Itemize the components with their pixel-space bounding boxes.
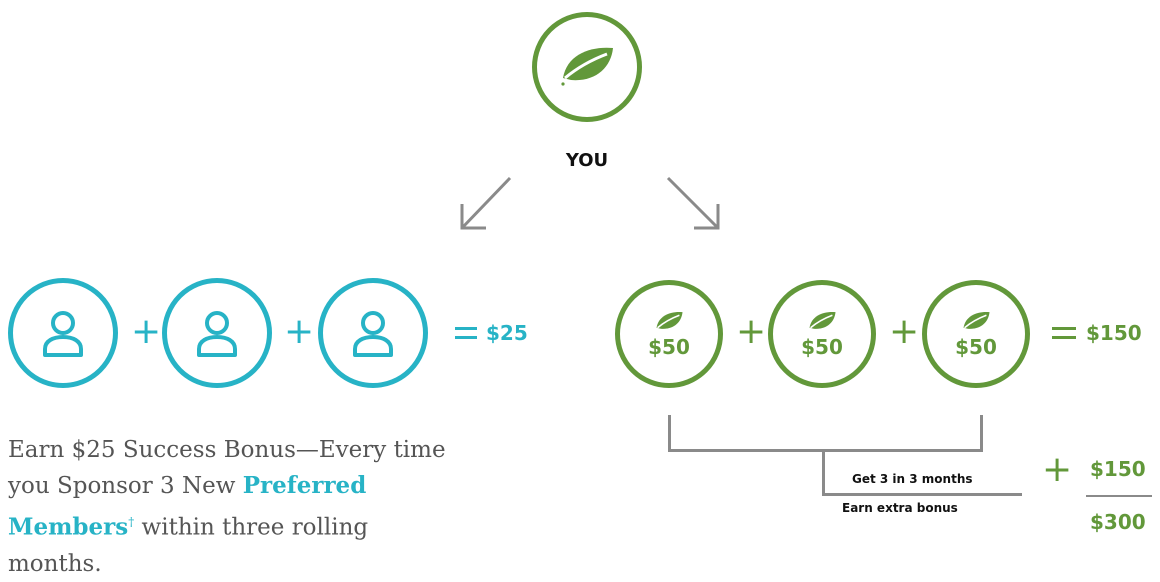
plus-sign: +: [1042, 449, 1073, 490]
arrow-right-icon: [666, 176, 720, 230]
leaf-icon: [561, 47, 613, 86]
arrow-left-icon: [460, 176, 512, 230]
total-amount: $300: [1090, 510, 1146, 534]
you-node: [532, 12, 642, 122]
bonus-divider: [822, 493, 1022, 496]
equals-sign: [455, 327, 477, 345]
bonus-amount: $50: [955, 335, 997, 359]
right-result: $150: [1086, 321, 1142, 345]
success-bonus-caption: Earn $25 Success Bonus—Every time you Sp…: [8, 432, 468, 582]
bonus-description: Earn extra bonus: [842, 501, 958, 515]
bracket-stem: [822, 449, 825, 495]
member-circle-3: [318, 278, 428, 388]
total-divider: [1086, 495, 1152, 497]
bracket-right: [980, 415, 983, 451]
bracket-left: [668, 415, 671, 451]
caption-text: Earn $25 Success Bonus—Every time you Sp…: [8, 437, 446, 499]
person-icon: [197, 311, 237, 357]
preferred-circle-2: $50: [768, 280, 876, 388]
preferred-circle-1: $50: [615, 280, 723, 388]
you-label: YOU: [565, 150, 609, 171]
plus-sign: +: [889, 311, 920, 352]
person-icon: [43, 311, 83, 357]
leaf-icon: [656, 311, 683, 329]
leaf-icon: [809, 311, 836, 329]
member-circle-2: [162, 278, 272, 388]
member-circle-1: [8, 278, 118, 388]
equals-sign: [1052, 327, 1076, 345]
bonus-amount: $50: [648, 335, 690, 359]
leaf-icon: [963, 311, 990, 329]
left-result: $25: [486, 321, 528, 345]
plus-sign: +: [736, 311, 767, 352]
plus-sign: +: [284, 311, 315, 352]
extra-bonus-amount: $150: [1090, 457, 1146, 481]
bonus-condition: Get 3 in 3 months: [852, 472, 973, 486]
preferred-circle-3: $50: [922, 280, 1030, 388]
bracket-bottom: [668, 449, 983, 452]
bonus-amount: $50: [801, 335, 843, 359]
plus-sign: +: [131, 311, 162, 352]
person-icon: [353, 311, 393, 357]
